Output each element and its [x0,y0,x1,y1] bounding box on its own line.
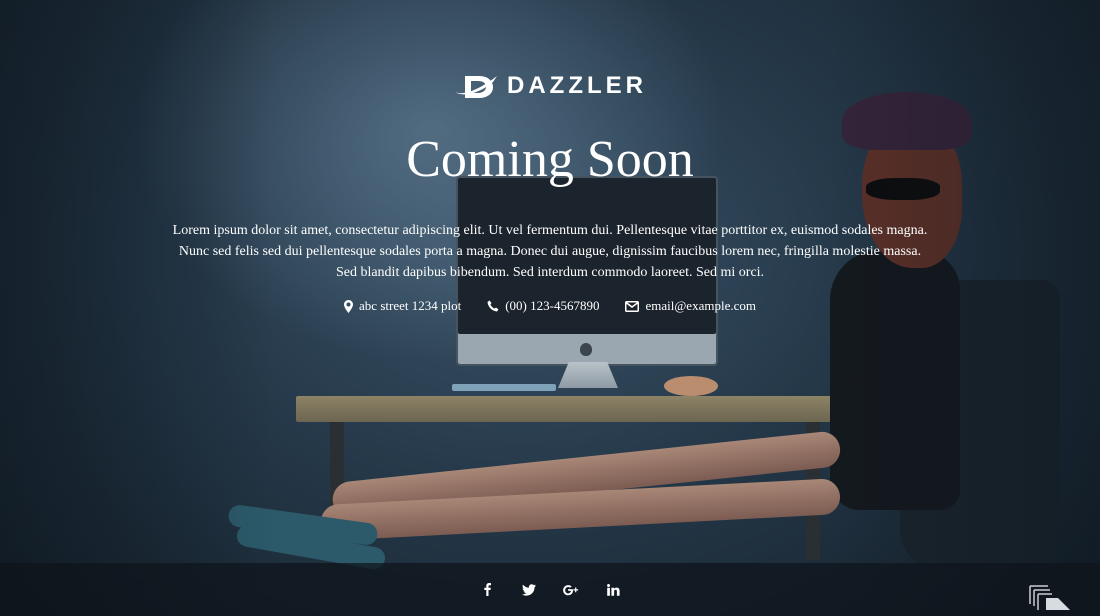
facebook-link[interactable] [478,581,496,599]
twitter-icon [522,583,536,596]
description: Lorem ipsum dolor sit amet, consectetur … [150,220,950,283]
footer-bar [0,563,1100,616]
contact-phone-text[interactable]: (00) 123-4567890 [505,298,599,314]
contact-email-text[interactable]: email@example.com [645,298,756,314]
map-marker-icon [344,299,354,313]
linkedin-icon [606,583,620,596]
coming-soon-page: DAZZLER Coming Soon Lorem ipsum dolor si… [0,0,1100,616]
contact-address-text: abc street 1234 plot [359,298,462,313]
linkedin-link[interactable] [604,581,622,599]
contact-email[interactable]: email@example.com [625,298,756,314]
description-line: Sed blandit dapibus bibendum. Sed interd… [335,265,765,280]
page-title: Coming Soon [406,131,694,188]
brand-name: DAZZLER [507,72,647,99]
contact-info: abc street 1234 plot (00) 123-4567890 em… [0,298,1100,314]
contact-address: abc street 1234 plot [344,298,461,314]
scroll-up-icon[interactable] [1028,584,1070,610]
phone-icon [487,300,499,312]
facebook-icon [483,583,491,596]
description-line: Nunc sed felis sed dui pellentesque soda… [178,244,922,259]
contact-phone[interactable]: (00) 123-4567890 [487,298,599,314]
twitter-link[interactable] [520,581,538,599]
envelope-icon [625,300,640,312]
description-line: Lorem ipsum dolor sit amet, consectetur … [172,223,928,238]
google-plus-link[interactable] [562,581,580,599]
brand[interactable]: DAZZLER [0,70,1100,102]
dazzler-logo-icon [455,76,497,98]
google-plus-icon [563,584,579,595]
